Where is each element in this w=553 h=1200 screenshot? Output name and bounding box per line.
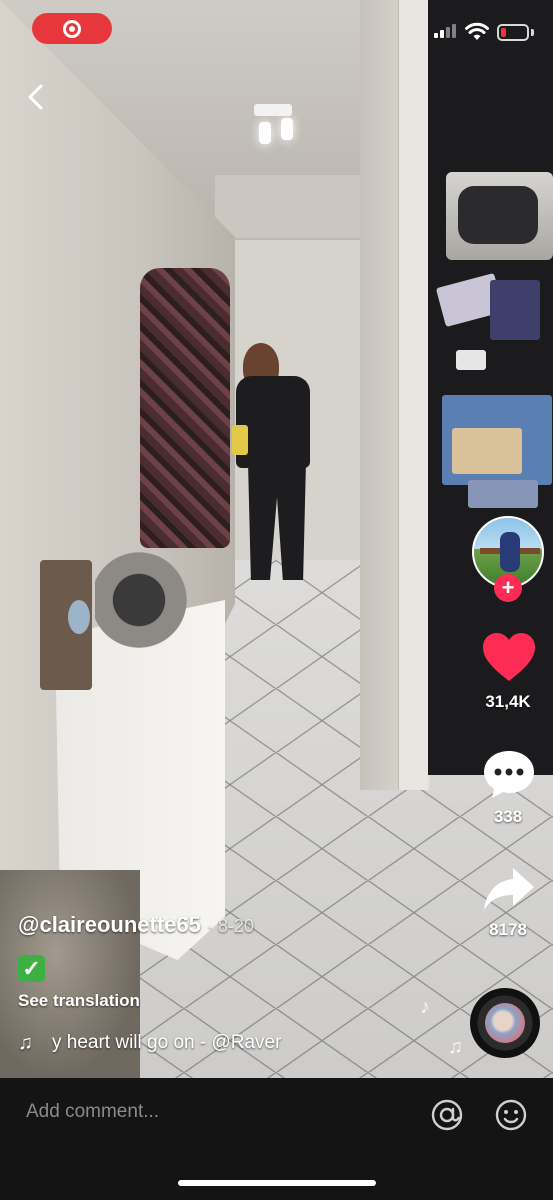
post-date: · 8-20 xyxy=(206,916,254,936)
avatar-figure xyxy=(500,532,520,572)
like-count: 31,4K xyxy=(485,692,531,711)
screen-record-icon xyxy=(63,19,81,38)
at-icon[interactable] xyxy=(430,1098,464,1132)
share-arrow-icon[interactable] xyxy=(482,866,536,912)
scene-magnet xyxy=(490,280,540,340)
see-translation-link[interactable]: See translation xyxy=(18,991,140,1011)
cellular-signal-icon xyxy=(434,24,456,38)
sound-title: y heart will go on - @Raver xyxy=(52,1032,282,1053)
scene-ceiling-light xyxy=(254,104,292,116)
scene-clutter xyxy=(95,545,205,655)
battery-level xyxy=(501,28,506,37)
home-indicator[interactable] xyxy=(178,1180,376,1186)
scene-speaker-dome xyxy=(68,600,90,634)
scene-coats xyxy=(140,268,230,548)
battery-low-icon xyxy=(497,24,529,41)
comment-input[interactable]: Add comment... xyxy=(26,1101,159,1123)
scene-microwave xyxy=(446,172,553,260)
scene-person-body xyxy=(236,376,310,468)
scene-bulb xyxy=(281,118,293,140)
follow-button[interactable]: + xyxy=(494,574,522,602)
check-mark-icon: ✓ xyxy=(18,955,45,982)
share-count: 8178 xyxy=(489,920,527,939)
music-note-icon: ♫ xyxy=(448,1036,463,1058)
comment-bubble-icon[interactable] xyxy=(481,748,537,800)
battery-cap xyxy=(531,29,534,36)
music-note-icon: ♪ xyxy=(420,996,430,1018)
screen-record-indicator[interactable] xyxy=(32,13,112,44)
music-note-icon: ♫ xyxy=(18,1031,33,1054)
heart-icon[interactable] xyxy=(481,631,537,683)
scene-bulb xyxy=(259,122,271,144)
wifi-icon xyxy=(465,22,489,40)
scene-door-frame xyxy=(398,0,428,790)
music-disc[interactable] xyxy=(470,988,540,1058)
username[interactable]: @claireounette65 xyxy=(18,912,201,938)
scene-magnet xyxy=(468,480,538,508)
chevron-left-icon[interactable] xyxy=(20,80,54,114)
caption-header: @claireounette65 · 8-20 xyxy=(18,912,254,938)
smiley-icon[interactable] xyxy=(494,1098,528,1132)
scene-bag xyxy=(232,425,248,455)
music-cover xyxy=(485,1003,525,1043)
comment-count: 338 xyxy=(493,807,523,826)
sound-info[interactable]: ♫ y heart will go on - @Raver xyxy=(18,1030,308,1056)
scene-magnet xyxy=(452,428,522,474)
scene-magnet xyxy=(456,350,486,370)
